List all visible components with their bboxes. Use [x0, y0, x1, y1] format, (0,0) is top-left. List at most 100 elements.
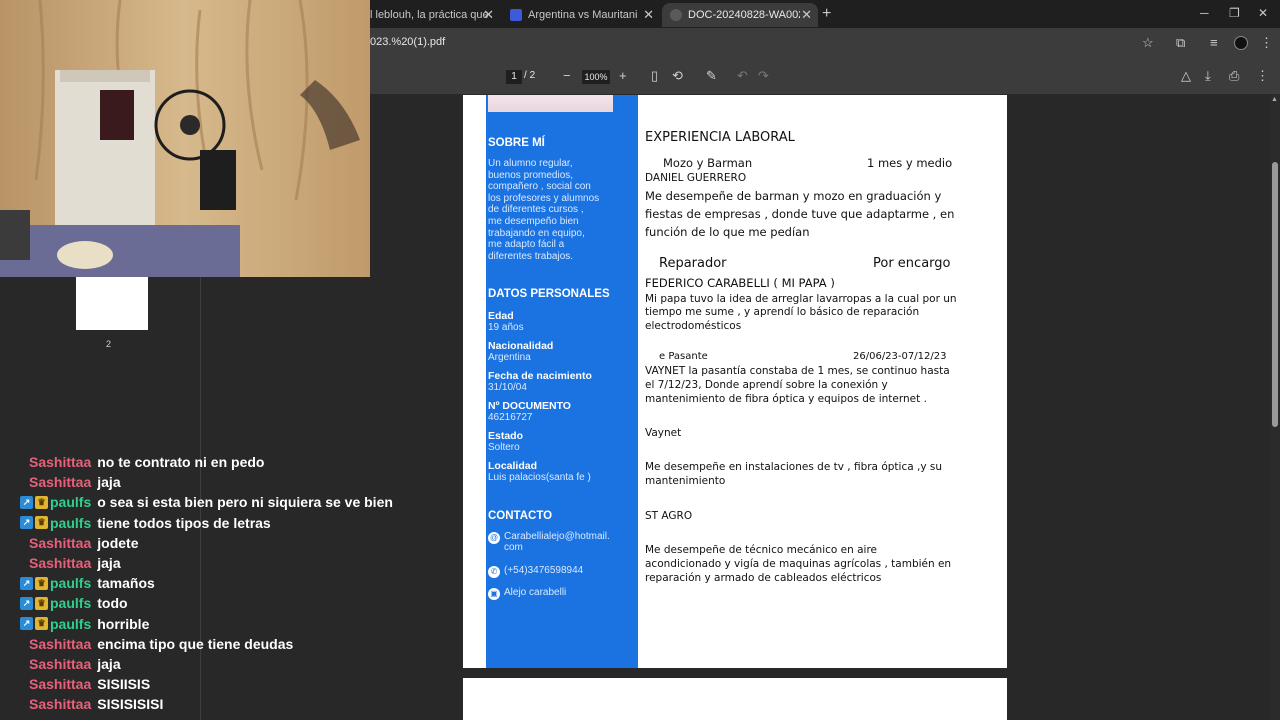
- social-icon: ▣: [488, 588, 500, 600]
- zoom-out-icon[interactable]: −: [563, 68, 571, 83]
- vip-badge-icon: ↗: [20, 617, 33, 631]
- profile-photo: [488, 95, 613, 112]
- field-value-birthdate: 31/10/04: [488, 382, 527, 393]
- chat-message: ↗ ♛ paulfs tamaños: [20, 573, 400, 593]
- annotate-icon[interactable]: ✎: [706, 68, 717, 84]
- job-description-line: mantenimiento de fibra óptica y equipos …: [645, 393, 927, 405]
- job-duration: Por encargo: [873, 256, 951, 271]
- contact-heading: CONTACTO: [488, 510, 553, 522]
- tab-article[interactable]: l leblouh, la práctica que consi ✕: [362, 3, 500, 27]
- new-tab-icon[interactable]: +: [822, 5, 831, 23]
- field-label-age: Edad: [488, 310, 514, 322]
- chat-message: Sashittaa jodete: [20, 533, 400, 553]
- about-line: de diferentes cursos ,: [488, 204, 584, 216]
- rotate-icon[interactable]: ⟲: [672, 68, 683, 84]
- download-icon[interactable]: ⤓: [1205, 68, 1211, 84]
- close-icon[interactable]: ✕: [643, 7, 654, 23]
- contact-phone-text: (+54)3476598944: [504, 565, 584, 576]
- chat-username: Sashittaa: [29, 534, 92, 551]
- contact-line: Carabellialejo@hotmail.: [504, 531, 610, 542]
- about-heading: SOBRE MÍ: [488, 137, 545, 149]
- chat-username: Sashittaa: [29, 655, 92, 672]
- tab-label: DOC-20240828-WA0023. (1).pd: [688, 9, 800, 21]
- chat-username: paulfs: [50, 494, 92, 511]
- job-description-line: electrodomésticos: [645, 320, 742, 332]
- window-close-icon[interactable]: ✕: [1258, 6, 1268, 20]
- minimize-icon[interactable]: ─: [1200, 6, 1209, 20]
- crown-badge-icon: ♛: [35, 495, 48, 509]
- chat-message: Sashittaa SISISISISI: [20, 694, 400, 714]
- vip-badge-icon: ↗: [20, 516, 33, 530]
- about-line: Un alumno regular,: [488, 158, 573, 169]
- undo-icon[interactable]: ↶: [737, 68, 748, 84]
- zoom-in-icon[interactable]: +: [619, 68, 627, 83]
- page-separator: /: [524, 70, 527, 81]
- tab-match[interactable]: Argentina vs Mauritania resulta ✕: [502, 3, 660, 27]
- field-label-locality: Localidad: [488, 460, 538, 472]
- job-description-line: tiempo me sume , y aprendí lo básico de …: [645, 306, 920, 318]
- job-description-line: Me desempeñe de técnico mecánico en aire: [645, 544, 877, 556]
- chat-text: no te contrato ni en pedo: [97, 454, 265, 471]
- chat-message: Sashittaa SISIISIS: [20, 674, 400, 694]
- profile-avatar[interactable]: [1234, 36, 1248, 50]
- chat-username: paulfs: [50, 575, 92, 592]
- browser-menu-icon[interactable]: ⋮: [1260, 35, 1273, 51]
- stream-chat: Sashittaa no te contrato ni en pedo Sashit…: [20, 452, 400, 714]
- vip-badge-icon: ↗: [20, 495, 33, 509]
- bookmark-star-icon[interactable]: ☆: [1142, 35, 1154, 51]
- chat-text: SISISISISI: [97, 696, 164, 713]
- restore-icon[interactable]: ❐: [1229, 6, 1240, 20]
- pdf-favicon-icon: [670, 9, 682, 21]
- url-text[interactable]: 023.%20(1).pdf: [370, 36, 445, 48]
- about-line: compañero , social con: [488, 181, 591, 193]
- chat-text: jaja: [97, 655, 121, 672]
- about-line: buenos promedios,: [488, 169, 574, 181]
- about-line: trabajando en equipo,: [488, 227, 585, 239]
- field-label-birthdate: Fecha de nacimiento: [488, 370, 592, 382]
- scrollbar-thumb[interactable]: [1272, 162, 1278, 427]
- scroll-up-icon[interactable]: ▲: [1271, 96, 1278, 103]
- page-total-number: 2: [529, 70, 536, 81]
- field-label-document: Nº DOCUMENTO: [488, 400, 571, 412]
- drive-save-icon[interactable]: △: [1181, 68, 1191, 84]
- pdf-page: SOBRE MÍ Un alumno regular, buenos prome…: [463, 95, 1007, 668]
- field-value-document: 46216727: [488, 412, 533, 423]
- chat-message: Sashittaa jaja: [20, 472, 400, 492]
- job-company: Vaynet: [645, 427, 682, 439]
- chat-username: paulfs: [50, 514, 92, 531]
- page-number-input[interactable]: 1: [506, 70, 522, 84]
- job-employer: FEDERICO CARABELLI ( MI PAPA ): [645, 276, 835, 290]
- vip-badge-icon: ↗: [20, 596, 33, 610]
- chat-text: horrible: [97, 615, 150, 632]
- close-icon[interactable]: ✕: [483, 7, 494, 23]
- more-options-icon[interactable]: ⋮: [1256, 68, 1269, 84]
- contact-email-text: Carabellialejo@hotmail. com: [504, 531, 610, 553]
- chat-username: Sashittaa: [29, 474, 92, 491]
- redo-icon[interactable]: ↷: [758, 68, 769, 84]
- job-description-line: función de lo que me pedían: [645, 225, 810, 239]
- job-description-line: mantenimiento: [645, 475, 726, 487]
- crown-badge-icon: ♛: [35, 617, 48, 631]
- print-icon[interactable]: ⎙: [1229, 68, 1239, 84]
- chat-username: paulfs: [50, 595, 92, 612]
- chat-message: ↗ ♛ paulfs tiene todos tipos de letras: [20, 513, 400, 533]
- media-control-icon[interactable]: ≡: [1210, 35, 1218, 50]
- field-value-status: Soltero: [488, 442, 520, 453]
- close-icon[interactable]: ✕: [801, 7, 812, 23]
- zoom-input[interactable]: 100%: [582, 70, 610, 84]
- tab-label: l leblouh, la práctica que consi: [370, 9, 492, 21]
- field-label-nationality: Nacionalidad: [488, 340, 554, 352]
- tab-pdf[interactable]: DOC-20240828-WA0023. (1).pd ✕: [662, 3, 818, 27]
- chat-username: Sashittaa: [29, 676, 92, 693]
- extensions-icon[interactable]: ⧉: [1176, 35, 1185, 51]
- chat-text: jaja: [97, 474, 121, 491]
- chat-message: Sashittaa jaja: [20, 553, 400, 573]
- job-employer: DANIEL GUERRERO: [645, 172, 747, 184]
- chat-message: Sashittaa no te contrato ni en pedo: [20, 452, 400, 472]
- page-thumbnail[interactable]: [76, 277, 148, 330]
- field-label-status: Estado: [488, 430, 524, 442]
- chat-username: Sashittaa: [29, 696, 92, 713]
- chat-text: tamaños: [97, 575, 155, 592]
- fit-page-icon[interactable]: ▯: [651, 68, 658, 84]
- page-total: / 2: [524, 70, 535, 81]
